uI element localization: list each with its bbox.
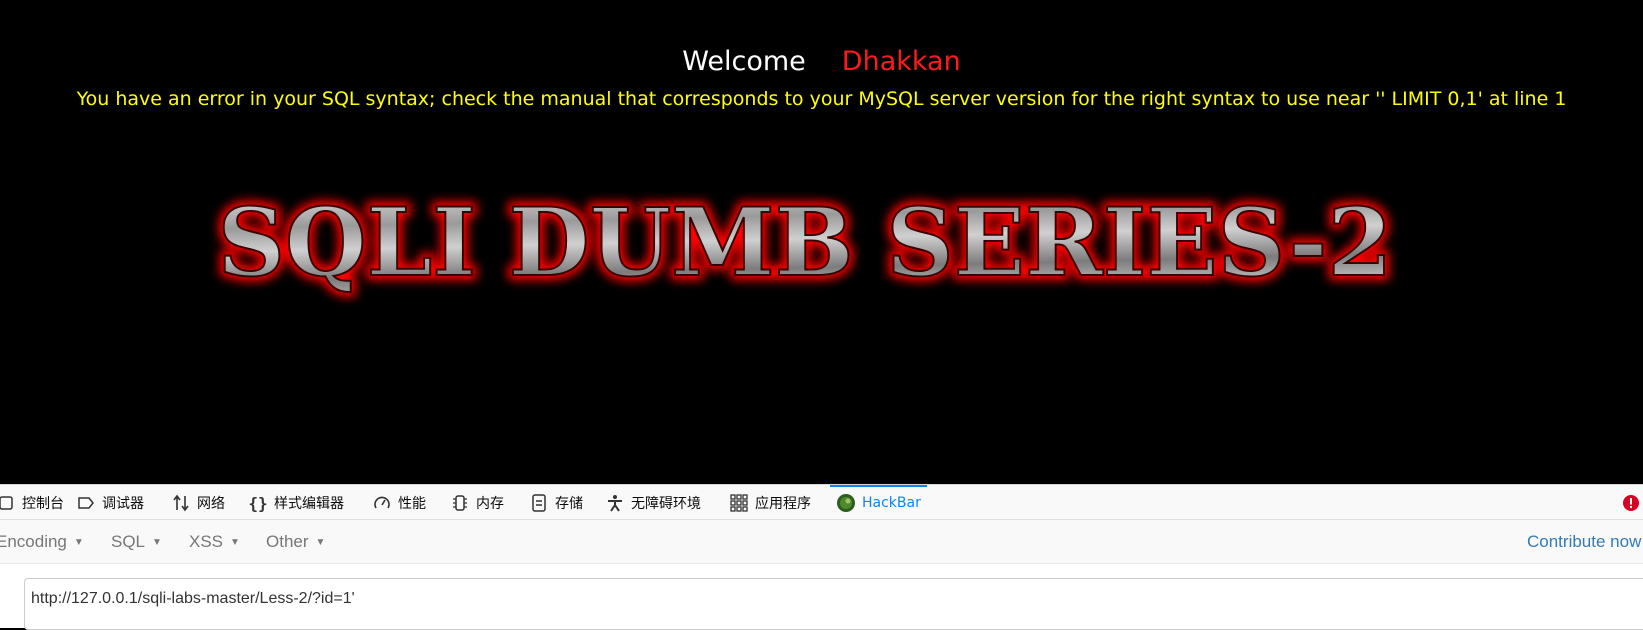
- tab-style-editor-label: 样式编辑器: [274, 496, 344, 512]
- debugger-icon: [76, 493, 96, 513]
- tab-console[interactable]: 控制台: [0, 485, 64, 521]
- user-name: Dhakkan: [841, 46, 961, 77]
- hackbar-icon: [836, 493, 856, 513]
- tab-network[interactable]: 网络: [171, 485, 225, 521]
- welcome-line: Welcome Dhakkan: [0, 46, 1643, 77]
- caret-down-icon: ▼: [152, 536, 162, 548]
- tab-debugger[interactable]: 调试器: [76, 485, 144, 521]
- tab-storage[interactable]: 存储: [529, 485, 583, 521]
- console-icon: [0, 493, 16, 513]
- hackbar-toolbar: Encoding ▼ SQL ▼ XSS ▼ Other ▼ Contribute no…: [0, 520, 1643, 564]
- xss-menu-label: XSS: [189, 532, 224, 551]
- other-menu-label: Other: [266, 532, 309, 551]
- other-menu[interactable]: Other ▼: [266, 520, 325, 564]
- tab-hackbar[interactable]: HackBar: [830, 485, 927, 521]
- tab-storage-label: 存储: [555, 496, 583, 512]
- url-area: http://127.0.0.1/sqli-labs-master/Less-2…: [0, 564, 1643, 630]
- tab-network-label: 网络: [197, 496, 225, 512]
- page-content: Welcome Dhakkan You have an error in your…: [0, 0, 1643, 484]
- caret-down-icon: ▼: [230, 536, 240, 548]
- sql-menu[interactable]: SQL ▼: [111, 520, 162, 564]
- tab-accessibility-label: 无障碍环境: [631, 496, 701, 512]
- devtools-tabbar: 控制台 调试器 网络 {} 样式编辑器 性能 内存 存储 无障碍环境 应用程序 …: [0, 484, 1643, 520]
- tab-debugger-label: 调试器: [102, 496, 144, 512]
- encoding-menu[interactable]: Encoding ▼: [0, 520, 84, 564]
- caret-down-icon: ▼: [73, 536, 84, 548]
- storage-icon: [529, 493, 549, 513]
- series-logo: SQLI DUMB SERIES-2 SQLI DUMB SERIES-2: [213, 183, 1398, 303]
- tab-style-editor[interactable]: {} 样式编辑器: [248, 485, 344, 521]
- alert-icon[interactable]: [1622, 494, 1640, 512]
- tab-console-label: 控制台: [22, 496, 64, 512]
- url-input[interactable]: http://127.0.0.1/sqli-labs-master/Less-2…: [24, 578, 1643, 630]
- sql-menu-label: SQL: [111, 532, 146, 551]
- tab-application-label: 应用程序: [755, 496, 811, 512]
- style-editor-icon: {}: [248, 493, 268, 513]
- caret-down-icon: ▼: [315, 536, 326, 548]
- welcome-label: Welcome: [682, 46, 806, 77]
- tab-hackbar-label: HackBar: [862, 495, 921, 511]
- tab-memory[interactable]: 内存: [450, 485, 504, 521]
- memory-icon: [450, 493, 470, 513]
- network-icon: [171, 493, 191, 513]
- accessibility-icon: [605, 493, 625, 513]
- performance-icon: [372, 493, 392, 513]
- devtools-panel: 控制台 调试器 网络 {} 样式编辑器 性能 内存 存储 无障碍环境 应用程序 …: [0, 484, 1643, 630]
- xss-menu[interactable]: XSS ▼: [189, 520, 240, 564]
- tab-memory-label: 内存: [476, 496, 504, 512]
- application-icon: [729, 493, 749, 513]
- sql-error-message: You have an error in your SQL syntax; ch…: [76, 88, 1567, 110]
- tab-application[interactable]: 应用程序: [729, 485, 811, 521]
- logo-text: SQLI DUMB SERIES-2: [218, 188, 1393, 298]
- tab-performance[interactable]: 性能: [372, 485, 426, 521]
- encoding-menu-label: Encoding: [0, 532, 67, 551]
- tab-performance-label: 性能: [398, 496, 426, 512]
- tab-accessibility[interactable]: 无障碍环境: [605, 485, 701, 521]
- contribute-link[interactable]: Contribute now: [1527, 520, 1641, 564]
